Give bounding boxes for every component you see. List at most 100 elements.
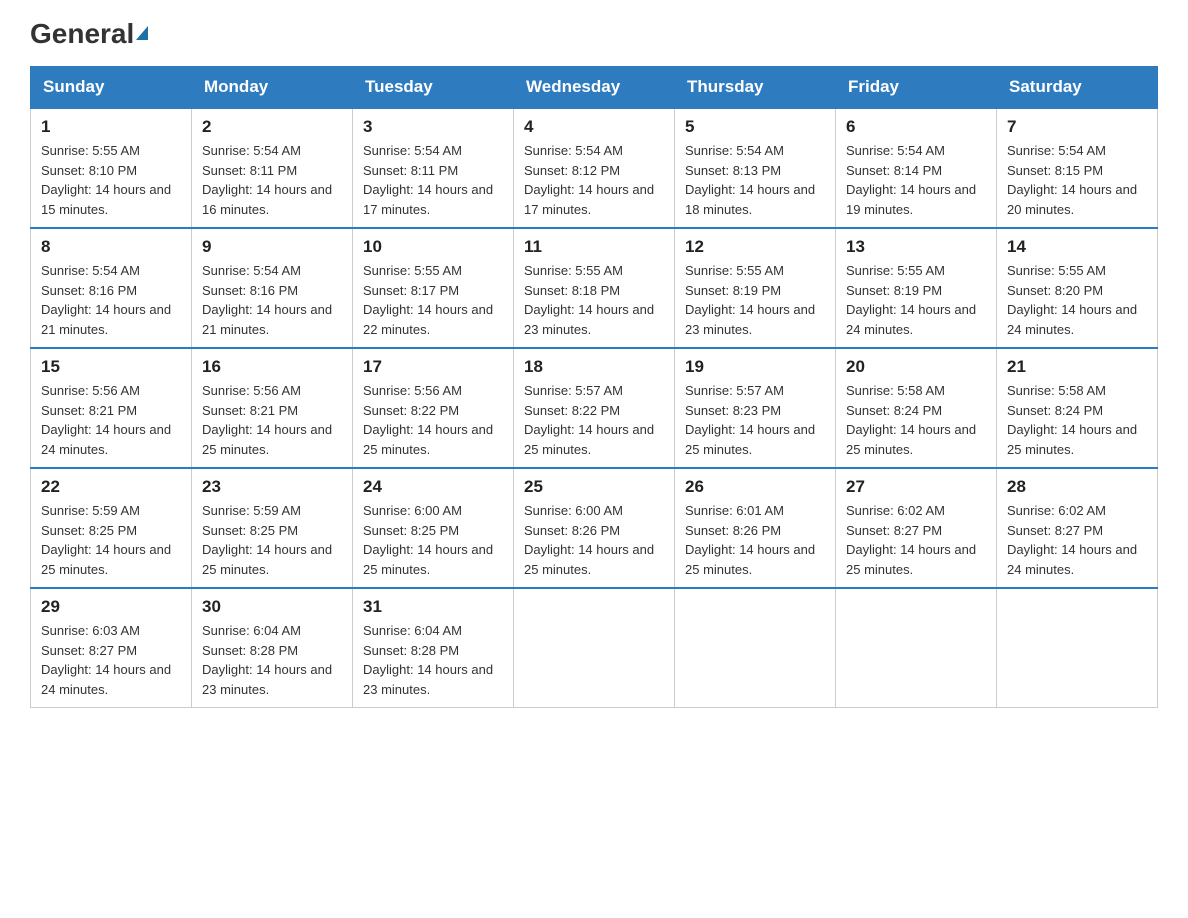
day-info: Sunrise: 5:59 AM Sunset: 8:25 PM Dayligh… bbox=[202, 501, 342, 579]
header-day-monday: Monday bbox=[192, 67, 353, 109]
day-info: Sunrise: 5:54 AM Sunset: 8:16 PM Dayligh… bbox=[41, 261, 181, 339]
day-number: 31 bbox=[363, 597, 503, 617]
calendar-cell: 17 Sunrise: 5:56 AM Sunset: 8:22 PM Dayl… bbox=[353, 348, 514, 468]
day-number: 16 bbox=[202, 357, 342, 377]
day-info: Sunrise: 5:56 AM Sunset: 8:21 PM Dayligh… bbox=[41, 381, 181, 459]
day-number: 21 bbox=[1007, 357, 1147, 377]
calendar-cell: 1 Sunrise: 5:55 AM Sunset: 8:10 PM Dayli… bbox=[31, 108, 192, 228]
day-info: Sunrise: 5:55 AM Sunset: 8:10 PM Dayligh… bbox=[41, 141, 181, 219]
logo-triangle-icon bbox=[136, 26, 148, 40]
day-info: Sunrise: 5:54 AM Sunset: 8:11 PM Dayligh… bbox=[363, 141, 503, 219]
day-info: Sunrise: 5:58 AM Sunset: 8:24 PM Dayligh… bbox=[1007, 381, 1147, 459]
day-number: 9 bbox=[202, 237, 342, 257]
calendar-cell: 5 Sunrise: 5:54 AM Sunset: 8:13 PM Dayli… bbox=[675, 108, 836, 228]
day-info: Sunrise: 5:55 AM Sunset: 8:20 PM Dayligh… bbox=[1007, 261, 1147, 339]
day-number: 24 bbox=[363, 477, 503, 497]
calendar-table: SundayMondayTuesdayWednesdayThursdayFrid… bbox=[30, 66, 1158, 708]
day-info: Sunrise: 6:02 AM Sunset: 8:27 PM Dayligh… bbox=[846, 501, 986, 579]
calendar-cell: 26 Sunrise: 6:01 AM Sunset: 8:26 PM Dayl… bbox=[675, 468, 836, 588]
calendar-cell: 10 Sunrise: 5:55 AM Sunset: 8:17 PM Dayl… bbox=[353, 228, 514, 348]
calendar-cell: 28 Sunrise: 6:02 AM Sunset: 8:27 PM Dayl… bbox=[997, 468, 1158, 588]
header-day-sunday: Sunday bbox=[31, 67, 192, 109]
day-number: 2 bbox=[202, 117, 342, 137]
day-info: Sunrise: 6:00 AM Sunset: 8:25 PM Dayligh… bbox=[363, 501, 503, 579]
calendar-cell: 9 Sunrise: 5:54 AM Sunset: 8:16 PM Dayli… bbox=[192, 228, 353, 348]
calendar-cell: 22 Sunrise: 5:59 AM Sunset: 8:25 PM Dayl… bbox=[31, 468, 192, 588]
calendar-cell bbox=[997, 588, 1158, 708]
calendar-cell: 30 Sunrise: 6:04 AM Sunset: 8:28 PM Dayl… bbox=[192, 588, 353, 708]
calendar-cell bbox=[675, 588, 836, 708]
calendar-cell: 21 Sunrise: 5:58 AM Sunset: 8:24 PM Dayl… bbox=[997, 348, 1158, 468]
day-number: 7 bbox=[1007, 117, 1147, 137]
calendar-cell: 31 Sunrise: 6:04 AM Sunset: 8:28 PM Dayl… bbox=[353, 588, 514, 708]
day-number: 18 bbox=[524, 357, 664, 377]
day-number: 4 bbox=[524, 117, 664, 137]
page-header: General bbox=[30, 20, 1158, 46]
calendar-week-row: 22 Sunrise: 5:59 AM Sunset: 8:25 PM Dayl… bbox=[31, 468, 1158, 588]
calendar-week-row: 29 Sunrise: 6:03 AM Sunset: 8:27 PM Dayl… bbox=[31, 588, 1158, 708]
calendar-cell: 8 Sunrise: 5:54 AM Sunset: 8:16 PM Dayli… bbox=[31, 228, 192, 348]
header-day-thursday: Thursday bbox=[675, 67, 836, 109]
calendar-cell: 20 Sunrise: 5:58 AM Sunset: 8:24 PM Dayl… bbox=[836, 348, 997, 468]
day-number: 27 bbox=[846, 477, 986, 497]
day-number: 13 bbox=[846, 237, 986, 257]
calendar-cell: 27 Sunrise: 6:02 AM Sunset: 8:27 PM Dayl… bbox=[836, 468, 997, 588]
calendar-header-row: SundayMondayTuesdayWednesdayThursdayFrid… bbox=[31, 67, 1158, 109]
day-info: Sunrise: 5:56 AM Sunset: 8:22 PM Dayligh… bbox=[363, 381, 503, 459]
day-info: Sunrise: 5:55 AM Sunset: 8:19 PM Dayligh… bbox=[685, 261, 825, 339]
header-day-friday: Friday bbox=[836, 67, 997, 109]
calendar-week-row: 15 Sunrise: 5:56 AM Sunset: 8:21 PM Dayl… bbox=[31, 348, 1158, 468]
calendar-cell: 11 Sunrise: 5:55 AM Sunset: 8:18 PM Dayl… bbox=[514, 228, 675, 348]
calendar-cell: 13 Sunrise: 5:55 AM Sunset: 8:19 PM Dayl… bbox=[836, 228, 997, 348]
header-day-saturday: Saturday bbox=[997, 67, 1158, 109]
calendar-cell: 3 Sunrise: 5:54 AM Sunset: 8:11 PM Dayli… bbox=[353, 108, 514, 228]
calendar-cell: 2 Sunrise: 5:54 AM Sunset: 8:11 PM Dayli… bbox=[192, 108, 353, 228]
day-info: Sunrise: 5:59 AM Sunset: 8:25 PM Dayligh… bbox=[41, 501, 181, 579]
calendar-cell: 6 Sunrise: 5:54 AM Sunset: 8:14 PM Dayli… bbox=[836, 108, 997, 228]
day-number: 8 bbox=[41, 237, 181, 257]
calendar-cell bbox=[836, 588, 997, 708]
calendar-cell: 12 Sunrise: 5:55 AM Sunset: 8:19 PM Dayl… bbox=[675, 228, 836, 348]
header-day-wednesday: Wednesday bbox=[514, 67, 675, 109]
calendar-cell: 29 Sunrise: 6:03 AM Sunset: 8:27 PM Dayl… bbox=[31, 588, 192, 708]
day-info: Sunrise: 5:54 AM Sunset: 8:15 PM Dayligh… bbox=[1007, 141, 1147, 219]
calendar-cell: 19 Sunrise: 5:57 AM Sunset: 8:23 PM Dayl… bbox=[675, 348, 836, 468]
day-info: Sunrise: 5:55 AM Sunset: 8:19 PM Dayligh… bbox=[846, 261, 986, 339]
calendar-cell: 23 Sunrise: 5:59 AM Sunset: 8:25 PM Dayl… bbox=[192, 468, 353, 588]
calendar-cell bbox=[514, 588, 675, 708]
calendar-cell: 7 Sunrise: 5:54 AM Sunset: 8:15 PM Dayli… bbox=[997, 108, 1158, 228]
day-info: Sunrise: 6:02 AM Sunset: 8:27 PM Dayligh… bbox=[1007, 501, 1147, 579]
day-number: 10 bbox=[363, 237, 503, 257]
logo-general: General bbox=[30, 20, 148, 48]
header-day-tuesday: Tuesday bbox=[353, 67, 514, 109]
day-number: 20 bbox=[846, 357, 986, 377]
calendar-cell: 16 Sunrise: 5:56 AM Sunset: 8:21 PM Dayl… bbox=[192, 348, 353, 468]
day-info: Sunrise: 6:04 AM Sunset: 8:28 PM Dayligh… bbox=[363, 621, 503, 699]
day-number: 5 bbox=[685, 117, 825, 137]
day-info: Sunrise: 6:00 AM Sunset: 8:26 PM Dayligh… bbox=[524, 501, 664, 579]
day-number: 11 bbox=[524, 237, 664, 257]
calendar-week-row: 8 Sunrise: 5:54 AM Sunset: 8:16 PM Dayli… bbox=[31, 228, 1158, 348]
day-info: Sunrise: 5:54 AM Sunset: 8:16 PM Dayligh… bbox=[202, 261, 342, 339]
day-info: Sunrise: 5:57 AM Sunset: 8:23 PM Dayligh… bbox=[685, 381, 825, 459]
day-number: 12 bbox=[685, 237, 825, 257]
day-info: Sunrise: 5:58 AM Sunset: 8:24 PM Dayligh… bbox=[846, 381, 986, 459]
day-info: Sunrise: 5:57 AM Sunset: 8:22 PM Dayligh… bbox=[524, 381, 664, 459]
logo: General bbox=[30, 20, 148, 46]
day-info: Sunrise: 5:55 AM Sunset: 8:17 PM Dayligh… bbox=[363, 261, 503, 339]
day-info: Sunrise: 6:01 AM Sunset: 8:26 PM Dayligh… bbox=[685, 501, 825, 579]
day-number: 25 bbox=[524, 477, 664, 497]
day-number: 3 bbox=[363, 117, 503, 137]
day-number: 1 bbox=[41, 117, 181, 137]
calendar-cell: 18 Sunrise: 5:57 AM Sunset: 8:22 PM Dayl… bbox=[514, 348, 675, 468]
day-info: Sunrise: 5:54 AM Sunset: 8:11 PM Dayligh… bbox=[202, 141, 342, 219]
day-info: Sunrise: 6:04 AM Sunset: 8:28 PM Dayligh… bbox=[202, 621, 342, 699]
day-number: 6 bbox=[846, 117, 986, 137]
day-number: 14 bbox=[1007, 237, 1147, 257]
day-number: 23 bbox=[202, 477, 342, 497]
day-info: Sunrise: 5:56 AM Sunset: 8:21 PM Dayligh… bbox=[202, 381, 342, 459]
calendar-cell: 4 Sunrise: 5:54 AM Sunset: 8:12 PM Dayli… bbox=[514, 108, 675, 228]
day-number: 17 bbox=[363, 357, 503, 377]
calendar-cell: 14 Sunrise: 5:55 AM Sunset: 8:20 PM Dayl… bbox=[997, 228, 1158, 348]
calendar-week-row: 1 Sunrise: 5:55 AM Sunset: 8:10 PM Dayli… bbox=[31, 108, 1158, 228]
